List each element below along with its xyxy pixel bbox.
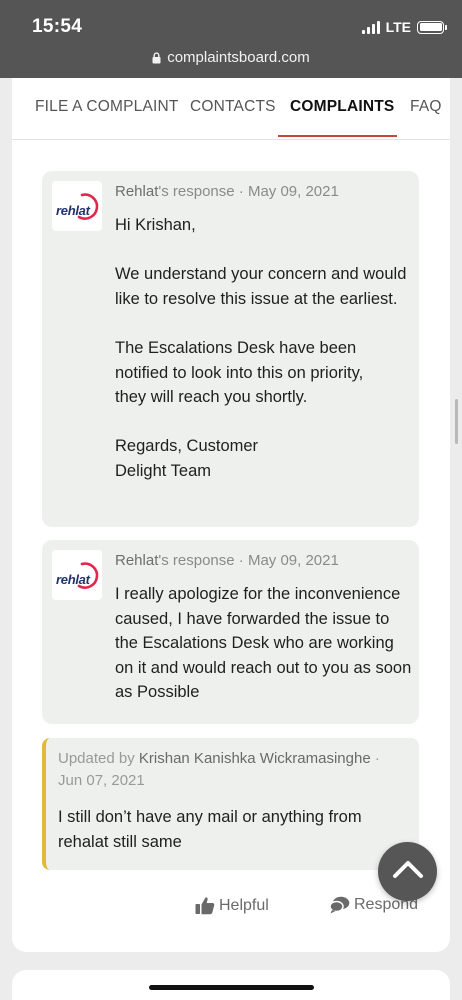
status-time: 15:54 (32, 16, 83, 37)
complaint-update: Updated by Krishan Kanishka Wickramasing… (42, 738, 419, 870)
scroll-to-top-button[interactable] (378, 842, 437, 901)
complaint-card: FILE A COMPLAINT CONTACTS COMPLAINTS FAQ… (12, 78, 450, 952)
comment-icon (329, 896, 350, 914)
lock-icon (152, 51, 161, 64)
home-indicator[interactable] (149, 985, 314, 990)
response-body: I really apologize for the inconvenience… (115, 585, 412, 702)
url-text: complaintsboard.com (167, 49, 310, 66)
status-icons: LTE (361, 19, 447, 35)
company-name[interactable]: Rehlat (115, 183, 158, 200)
network-label: LTE (385, 19, 411, 35)
response-meta: Rehlat's response · May 09, 2021 (115, 183, 339, 200)
nav-tabs: FILE A COMPLAINT CONTACTS COMPLAINTS FAQ (12, 78, 450, 140)
helpful-button[interactable]: Helpful (195, 896, 269, 915)
response-date: · May 09, 2021 (238, 552, 339, 569)
tab-contacts[interactable]: CONTACTS (190, 98, 276, 116)
battery-icon (417, 20, 447, 34)
update-date: Jun 07, 2021 (58, 772, 145, 789)
company-name[interactable]: Rehlat (115, 552, 158, 569)
update-author[interactable]: Krishan Kanishka Wickramasinghe (139, 750, 371, 767)
active-tab-indicator (278, 135, 397, 137)
rehlat-logo: rehlat (52, 181, 102, 231)
company-response: rehlat Rehlat's response · May 09, 2021 … (42, 540, 419, 724)
tab-complaints[interactable]: COMPLAINTS (290, 98, 394, 116)
tab-file-a-complaint[interactable]: FILE A COMPLAINT (35, 98, 179, 116)
response-meta: Rehlat's response · May 09, 2021 (115, 552, 339, 569)
browser-top-bar: 15:54 LTE complaintsboard.com (0, 0, 462, 78)
page-scrollbar[interactable] (455, 399, 458, 444)
update-text: I still don’t have any mail or anything … (58, 808, 362, 851)
address-bar[interactable]: complaintsboard.com (0, 49, 462, 66)
signal-icon (361, 20, 380, 34)
tab-faq[interactable]: FAQ (410, 98, 442, 116)
chevron-up-icon (392, 859, 424, 884)
response-date: · May 09, 2021 (238, 183, 339, 200)
update-meta: Updated by Krishan Kanishka Wickramasing… (58, 750, 380, 789)
thumbs-up-icon (195, 896, 215, 915)
company-response: rehlat Rehlat's response · May 09, 2021 … (42, 171, 419, 527)
response-body: Hi Krishan, We understand your concern a… (115, 216, 407, 480)
rehlat-logo: rehlat (52, 550, 102, 600)
